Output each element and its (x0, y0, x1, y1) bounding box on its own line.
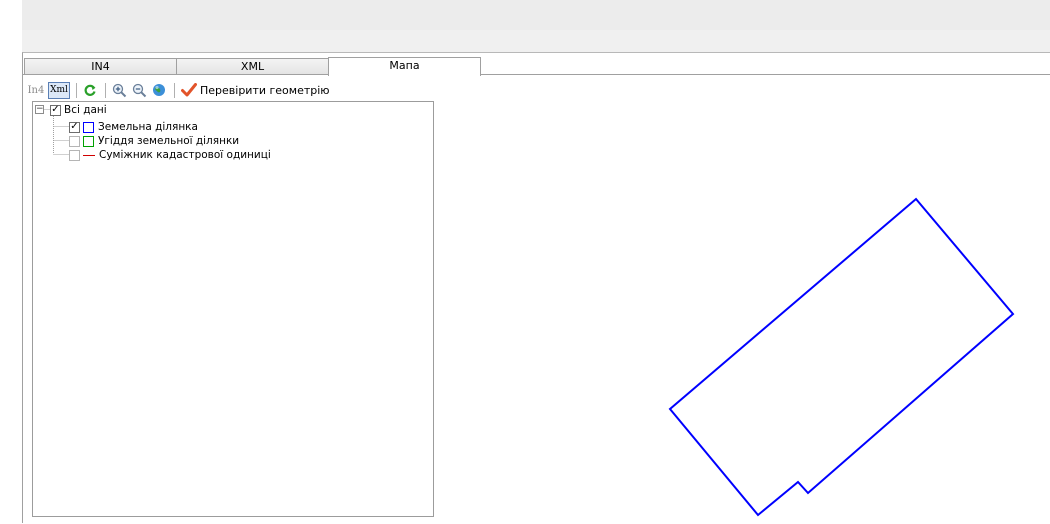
check-geometry-label: Перевірити геометрію (200, 83, 330, 97)
refresh-icon (84, 84, 96, 96)
zoom-in-icon (112, 83, 126, 97)
window-header-area (22, 0, 1050, 52)
tree-root-label: Всі дані (64, 104, 107, 116)
checkbox-all-data[interactable]: ✓ (50, 104, 61, 116)
in4-layer-button[interactable]: In4 (26, 81, 46, 99)
tab-xml[interactable]: XML (176, 58, 329, 75)
check-geometry-button[interactable]: Перевірити геометрію (179, 81, 332, 99)
refresh-button[interactable] (81, 81, 99, 99)
layer-item-land-parcel[interactable]: ✓ Земельна ділянка (69, 120, 198, 134)
green-square-swatch-icon (83, 135, 94, 147)
map-svg (668, 197, 1015, 517)
tab-map[interactable]: Мапа (328, 57, 481, 76)
xml-layer-button[interactable]: Xml (48, 81, 70, 99)
blue-square-swatch-icon (83, 121, 94, 133)
layer-item-adjacent[interactable]: Суміжник кадастрової одиниці (69, 148, 271, 162)
zoom-out-icon (132, 83, 146, 97)
toolbar-separator (105, 82, 106, 98)
land-parcel-outline[interactable] (668, 197, 1015, 517)
map-canvas[interactable] (435, 101, 1050, 521)
collapse-toggle[interactable]: − (35, 105, 44, 114)
tab-bar: IN4 XML Мапа (23, 57, 1050, 76)
layers-tree-panel: − ✓ Всі дані ✓ Земельна ділянка Угіддя з… (32, 101, 434, 517)
layer-label-land-parcel: Земельна ділянка (98, 121, 198, 133)
checkbox-land-parcel[interactable]: ✓ (69, 121, 80, 133)
tree-root-all-data[interactable]: ✓ Всі дані (50, 103, 107, 117)
layer-item-land-use[interactable]: Угіддя земельної ділянки (69, 134, 239, 148)
zoom-in-button[interactable] (110, 81, 128, 99)
zoom-out-button[interactable] (130, 81, 148, 99)
toolbar-separator (76, 82, 77, 98)
checkbox-land-use[interactable] (69, 135, 80, 147)
toolbar-separator (174, 82, 175, 98)
layer-label-adjacent: Суміжник кадастрової одиниці (99, 149, 271, 161)
checkbox-adjacent[interactable] (69, 149, 80, 161)
header-stripe (22, 0, 1050, 30)
red-line-swatch-icon (83, 154, 95, 156)
map-toolbar: In4 Xml Перевірити геометрію (23, 80, 623, 100)
checkmark-icon (181, 83, 197, 97)
main-frame: IN4 XML Мапа In4 Xml Перевірити геометрі… (22, 52, 1050, 523)
globe-icon (153, 84, 165, 96)
tab-in4[interactable]: IN4 (24, 58, 177, 75)
layer-label-land-use: Угіддя земельної ділянки (98, 135, 240, 147)
full-extent-button[interactable] (150, 81, 168, 99)
